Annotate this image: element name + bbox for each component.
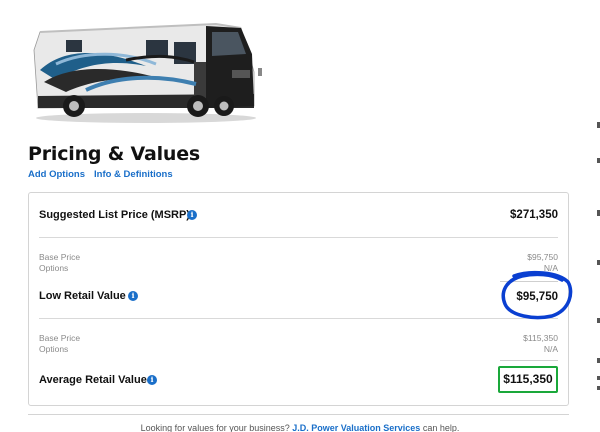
average-retail-label: Average Retail Value: [39, 374, 147, 386]
rv-image: [33, 22, 262, 123]
footer-text: Looking for values for your business?: [140, 423, 293, 432]
footer-text-after: can help.: [420, 423, 460, 432]
divider: [39, 237, 558, 238]
info-icon[interactable]: i: [187, 210, 197, 220]
avg-base-price-value: $115,350: [523, 333, 558, 343]
pricing-card: Suggested List Price (MSRP) i $271,350 B…: [28, 192, 569, 406]
info-definitions-link[interactable]: Info & Definitions: [94, 169, 173, 180]
average-retail-value-highlight: $115,350: [498, 366, 558, 393]
subtotal-line: [500, 281, 558, 282]
avg-base-price-label: Base Price: [39, 333, 81, 343]
divider: [39, 318, 558, 319]
footer: Looking for values for your business? J.…: [0, 423, 600, 432]
info-icon[interactable]: i: [128, 291, 138, 301]
valuation-services-link[interactable]: J.D. Power Valuation Services: [292, 423, 420, 432]
divider: [28, 414, 569, 415]
page-title: Pricing & Values: [28, 143, 201, 165]
avg-options-value: N/A: [543, 344, 558, 354]
cropped-edge-content: [597, 122, 600, 390]
msrp-value: $271,350: [510, 209, 558, 221]
low-base-price-label: Base Price: [39, 252, 81, 262]
low-retail-label: Low Retail Value: [39, 290, 126, 302]
low-retail-value: $95,750: [516, 291, 558, 303]
subtotal-line: [500, 360, 558, 361]
msrp-label: Suggested List Price (MSRP): [39, 209, 190, 221]
info-icon[interactable]: i: [147, 375, 157, 385]
low-options-label: Options: [39, 263, 69, 273]
low-options-value: N/A: [543, 263, 558, 273]
avg-options-label: Options: [39, 344, 69, 354]
low-base-price-value: $95,750: [527, 252, 558, 262]
add-options-link[interactable]: Add Options: [28, 169, 85, 180]
